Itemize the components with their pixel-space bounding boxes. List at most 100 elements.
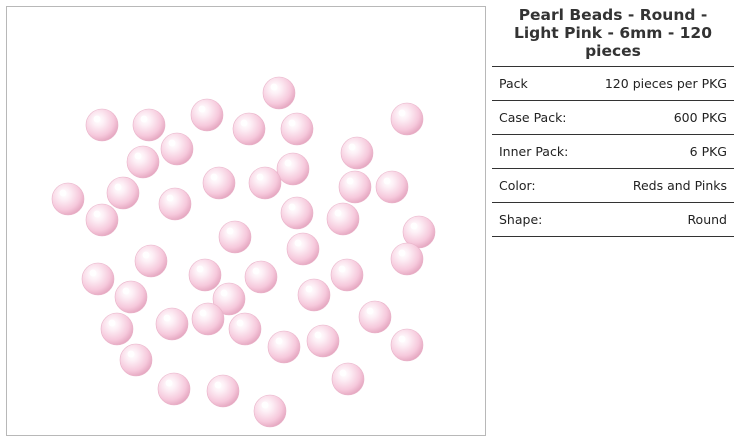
bead-highlight — [275, 337, 283, 345]
pearl-bead — [297, 278, 331, 312]
pearl-bead — [358, 300, 392, 334]
bead-highlight — [127, 350, 135, 358]
pearl-bead — [157, 372, 191, 406]
bead-highlight — [366, 307, 374, 315]
pearl-bead — [206, 374, 240, 408]
pearl-bead — [390, 328, 424, 362]
pearl-bead — [390, 242, 424, 276]
bead-highlight — [93, 210, 101, 218]
bead-highlight — [163, 314, 171, 322]
bead-highlight — [93, 115, 101, 123]
bead-highlight — [196, 265, 204, 273]
bead-highlight — [122, 287, 130, 295]
pearl-bead — [306, 324, 340, 358]
product-image[interactable] — [7, 7, 485, 435]
bead-highlight — [270, 83, 278, 91]
product-title: Pearl Beads - Round - Light Pink - 6mm -… — [513, 6, 713, 60]
spec-row-shape: Shape: Round — [492, 202, 734, 237]
pearl-bead — [191, 302, 225, 336]
bead-highlight — [305, 285, 313, 293]
pearl-bead — [81, 262, 115, 296]
bead-highlight — [288, 119, 296, 127]
pearl-bead — [160, 132, 194, 166]
bead-highlight — [348, 143, 356, 151]
pearl-bead — [286, 232, 320, 266]
pearl-bead — [326, 202, 360, 236]
pearl-bead — [330, 258, 364, 292]
bead-highlight — [398, 109, 406, 117]
bead-highlight — [142, 251, 150, 259]
pearl-bead — [267, 330, 301, 364]
pearl-bead — [188, 258, 222, 292]
bead-highlight — [199, 309, 207, 317]
spec-value: 600 PKG — [583, 100, 734, 135]
bead-highlight — [134, 152, 142, 160]
bead-highlight — [140, 115, 148, 123]
pearl-bead — [340, 136, 374, 170]
bead-highlight — [59, 189, 67, 197]
pearl-bead — [51, 182, 85, 216]
pearl-bead — [218, 220, 252, 254]
bead-highlight — [236, 319, 244, 327]
pearl-bead — [134, 244, 168, 278]
bead-highlight — [346, 177, 354, 185]
bead-highlight — [226, 227, 234, 235]
product-info-panel: Pearl Beads - Round - Light Pink - 6mm -… — [492, 6, 734, 237]
pearl-bead — [85, 108, 119, 142]
pearl-bead — [114, 280, 148, 314]
bead-highlight — [198, 105, 206, 113]
bead-highlight — [410, 222, 418, 230]
bead-highlight — [89, 269, 97, 277]
pearl-bead — [280, 112, 314, 146]
pearl-bead — [158, 187, 192, 221]
pearl-bead — [253, 394, 287, 428]
bead-highlight — [165, 379, 173, 387]
bead-highlight — [314, 331, 322, 339]
spec-value: 6 PKG — [583, 134, 734, 169]
pearl-bead — [244, 260, 278, 294]
spec-row-pack: Pack 120 pieces per PKG — [492, 66, 734, 101]
bead-highlight — [166, 194, 174, 202]
bead-highlight — [284, 159, 292, 167]
bead-highlight — [398, 335, 406, 343]
bead-highlight — [168, 139, 176, 147]
bead-highlight — [214, 381, 222, 389]
bead-highlight — [220, 289, 228, 297]
bead-highlight — [383, 177, 391, 185]
bead-highlight — [114, 183, 122, 191]
pearl-bead — [276, 152, 310, 186]
spec-value: Reds and Pinks — [583, 168, 734, 203]
bead-highlight — [108, 319, 116, 327]
spec-label: Color: — [492, 168, 584, 203]
spec-value: Round — [583, 202, 734, 237]
pearl-bead — [232, 112, 266, 146]
bead-highlight — [398, 249, 406, 257]
pearl-bead — [190, 98, 224, 132]
bead-highlight — [210, 173, 218, 181]
bead-highlight — [334, 209, 342, 217]
bead-highlight — [339, 369, 347, 377]
spec-row-case-pack: Case Pack: 600 PKG — [492, 100, 734, 135]
spec-label: Inner Pack: — [492, 134, 584, 169]
pearl-bead — [248, 166, 282, 200]
spec-label: Case Pack: — [492, 100, 584, 135]
pearl-bead — [126, 145, 160, 179]
pearl-bead — [85, 203, 119, 237]
pearl-bead — [280, 196, 314, 230]
spec-value: 120 pieces per PKG — [583, 66, 734, 101]
bead-highlight — [338, 265, 346, 273]
bead-highlight — [256, 173, 264, 181]
pearl-bead — [132, 108, 166, 142]
pearl-bead — [202, 166, 236, 200]
bead-highlight — [252, 267, 260, 275]
spec-row-color: Color: Reds and Pinks — [492, 168, 734, 203]
pearl-bead — [228, 312, 262, 346]
spec-row-inner-pack: Inner Pack: 6 PKG — [492, 134, 734, 169]
pearl-bead — [119, 343, 153, 377]
bead-highlight — [240, 119, 248, 127]
pearl-bead — [100, 312, 134, 346]
bead-highlight — [261, 401, 269, 409]
bead-highlight — [288, 203, 296, 211]
product-image-frame — [6, 6, 486, 436]
spec-table: Pack 120 pieces per PKG Case Pack: 600 P… — [492, 66, 734, 237]
